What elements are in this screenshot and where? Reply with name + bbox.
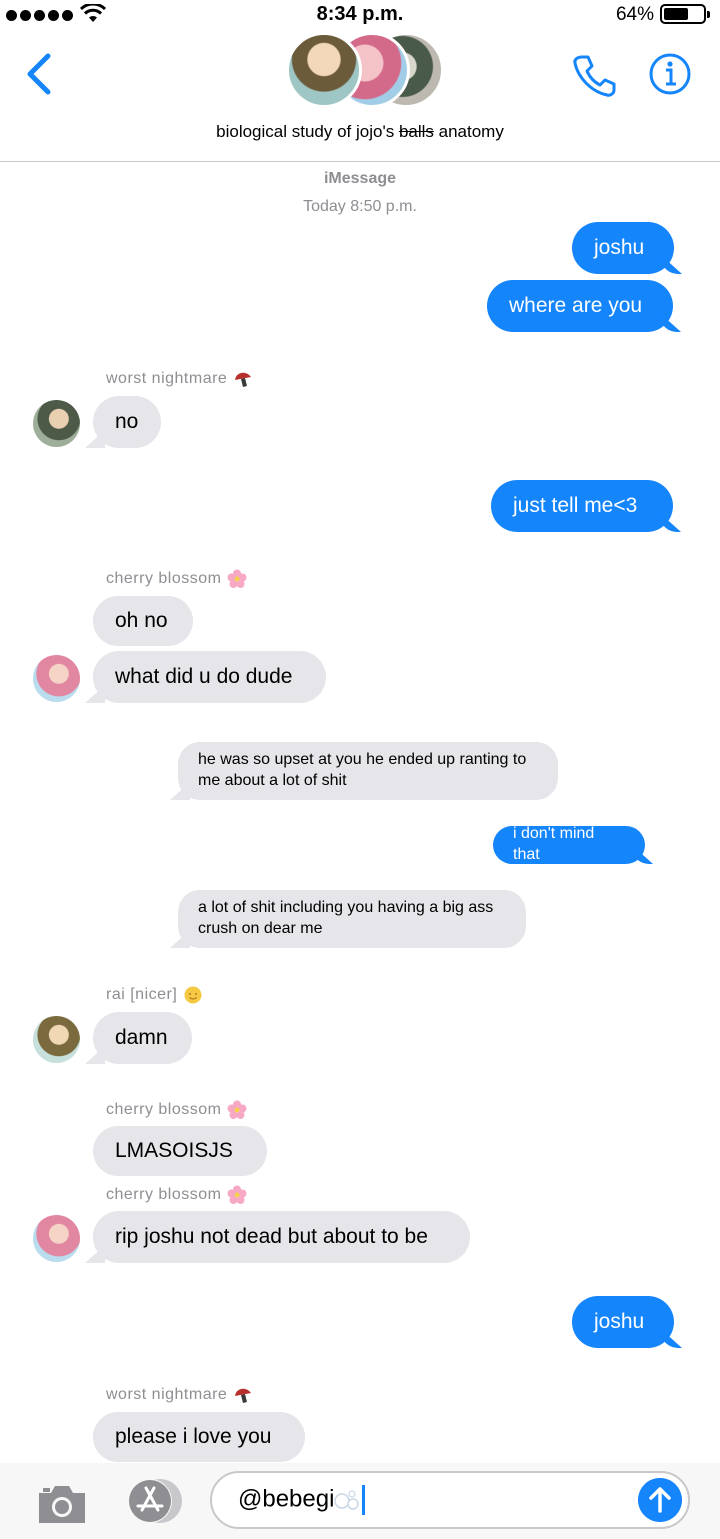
sender-label: cherry blossom: [106, 1101, 222, 1118]
message-bubble-outgoing[interactable]: where are you: [487, 280, 673, 332]
group-avatars[interactable]: [282, 32, 444, 112]
status-time: 8:34 p.m.: [316, 3, 404, 25]
message-bubble-incoming[interactable]: what did u do dude: [93, 651, 326, 703]
sender-name: cherry blossom: [106, 569, 247, 589]
message-text: please i love you: [115, 1424, 272, 1448]
sender-label: worst nightmare: [106, 1386, 228, 1403]
service-label: iMessage: [323, 170, 397, 187]
message-text: damn: [115, 1025, 168, 1049]
message-text: no: [115, 409, 139, 433]
mushroom-icon: [235, 1388, 252, 1403]
message-bubble-incoming[interactable]: please i love you: [93, 1412, 305, 1462]
message-text: joshu: [594, 1309, 645, 1333]
sender-label: cherry blossom: [106, 1186, 222, 1203]
group-name-struck: balls: [398, 122, 434, 141]
group-name[interactable]: biological study of jojo's balls anatomy: [0, 122, 720, 142]
phone-icon[interactable]: [570, 52, 618, 100]
group-name-prefix: biological study of jojo's: [216, 122, 399, 141]
send-arrow-icon[interactable]: [638, 1478, 682, 1522]
message-text: where are you: [509, 293, 643, 317]
message-bubble-outgoing[interactable]: just tell me<3: [491, 480, 673, 532]
message-text: i don't mind that: [513, 825, 595, 863]
mushroom-icon: [235, 372, 252, 387]
battery-percent: 64%: [615, 4, 654, 25]
message-text: joshu: [594, 235, 645, 259]
sender-label: rai [nicer]: [106, 986, 178, 1003]
typing-bubbles-icon: [334, 1490, 360, 1510]
message-bubble-incoming[interactable]: oh no: [93, 596, 193, 646]
message-text: LMASOISJS: [115, 1138, 233, 1162]
text-caret: [362, 1485, 366, 1515]
message-text: a lot of shit including you having a big…: [198, 899, 494, 937]
screenshot-message-incoming: a lot of shit including you having a big…: [178, 890, 526, 948]
conversation-header: biological study of jojo's balls anatomy: [0, 30, 720, 162]
avatar[interactable]: [33, 655, 80, 702]
app-store-icon[interactable]: [122, 1478, 184, 1524]
avatar[interactable]: [33, 400, 80, 447]
message-bubble-incoming[interactable]: damn: [93, 1012, 192, 1064]
compose-bar: @bebegi: [0, 1463, 720, 1539]
cherry-blossom-icon: [227, 1100, 247, 1119]
message-bubble-incoming[interactable]: rip joshu not dead but about to be: [93, 1211, 470, 1263]
conversation-timestamp: Today 8:50 p.m.: [303, 198, 417, 215]
sun-face-icon: [184, 986, 202, 1004]
message-text: oh no: [115, 608, 168, 632]
sender-name: rai [nicer]: [106, 985, 203, 1005]
message-text: he was so upset at you he ended up ranti…: [198, 751, 527, 789]
message-bubble-incoming[interactable]: no: [93, 396, 161, 448]
status-bar: 8:34 p.m. 64%: [0, 0, 720, 30]
screenshot-message-outgoing: i don't mind that: [493, 825, 645, 864]
sender-name: cherry blossom: [106, 1100, 247, 1120]
message-bubble-outgoing[interactable]: joshu: [572, 222, 674, 274]
cherry-blossom-icon: [227, 1185, 247, 1204]
sender-name: worst nightmare: [106, 369, 253, 389]
sender-name: cherry blossom: [106, 1185, 247, 1205]
message-input[interactable]: @bebegi: [210, 1471, 690, 1529]
message-bubble-incoming[interactable]: LMASOISJS: [93, 1126, 267, 1176]
message-bubble-outgoing[interactable]: joshu: [572, 1296, 674, 1348]
camera-icon[interactable]: [35, 1481, 89, 1525]
message-input-text: @bebegi: [238, 1485, 366, 1515]
message-text: just tell me<3: [513, 493, 638, 517]
sender-label: worst nightmare: [106, 370, 228, 387]
message-text: rip joshu not dead but about to be: [115, 1224, 428, 1248]
avatar[interactable]: [33, 1215, 80, 1262]
back-chevron-icon[interactable]: [22, 52, 56, 96]
sender-label: cherry blossom: [106, 570, 222, 587]
group-name-suffix: anatomy: [433, 122, 504, 141]
member-avatar: [286, 32, 362, 108]
input-value: @bebegi: [238, 1485, 335, 1513]
info-icon[interactable]: [648, 52, 692, 96]
screenshot-message-incoming: he was so upset at you he ended up ranti…: [178, 742, 558, 800]
avatar[interactable]: [33, 1016, 80, 1063]
battery-icon: [660, 4, 710, 24]
message-text: what did u do dude: [115, 664, 293, 688]
cherry-blossom-icon: [227, 569, 247, 588]
sender-name: worst nightmare: [106, 1385, 253, 1405]
